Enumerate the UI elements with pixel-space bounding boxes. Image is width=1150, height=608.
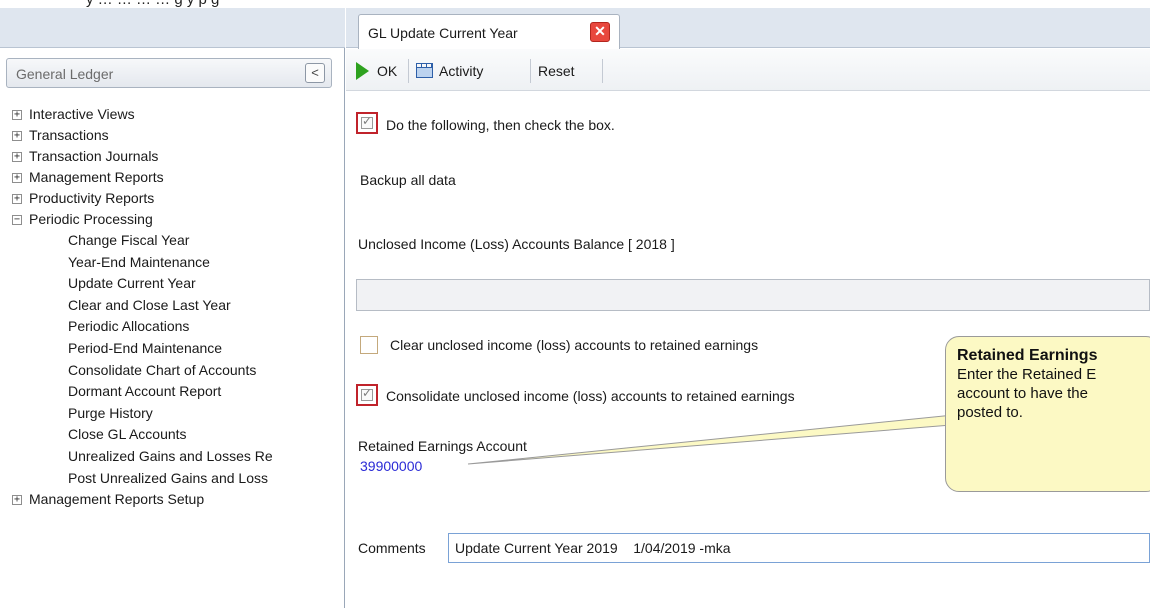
retained-earnings-callout: Retained Earnings Enter the Retained E a… [945,336,1150,492]
ok-label: OK [377,63,398,79]
collapse-icon[interactable]: − [12,215,22,225]
balance-label: Unclosed Income (Loss) Accounts Balance … [358,236,675,252]
expand-icon[interactable]: + [12,131,22,141]
left-top-band [0,8,345,48]
tree-item-label: Management Reports [29,169,164,185]
tree-item-periodic-processing[interactable]: − Periodic Processing [0,209,335,230]
tree-item-label: Transaction Journals [29,148,159,164]
tree-child-change-fiscal-year[interactable]: Change Fiscal Year [0,230,335,252]
reset-label: Reset [538,63,575,79]
clear-accounts-checkbox[interactable] [360,336,378,354]
ok-button[interactable]: OK [356,60,397,82]
tree-item-transactions[interactable]: + Transactions [0,125,335,146]
doc-text-before: y … … … … g y [86,0,199,8]
tree-item-label: Management Reports Setup [29,491,205,508]
activity-label: Activity [439,63,484,79]
toolbar-divider [530,59,531,83]
expand-icon[interactable]: + [12,110,22,120]
tree-item-label: Periodic Processing [29,211,153,227]
callout-title: Retained Earnings [957,347,1098,364]
callout-line: Enter the Retained E [957,366,1097,383]
document-header-text: y … … … … g y p g [86,0,219,8]
general-ledger-header: General Ledger < [6,58,332,88]
toolbar-divider [602,59,603,83]
tree-item-interactive-views[interactable]: + Interactive Views [0,104,335,125]
expand-icon[interactable]: + [12,152,22,162]
retained-earnings-label: Retained Earnings Account [358,438,527,454]
toolbar-divider [408,59,409,83]
tree-child-unrealized-gains-losses-report[interactable]: Unrealized Gains and Losses Re [0,446,335,468]
tree-item-productivity-reports[interactable]: + Productivity Reports [0,188,335,209]
tree-child-dormant-account-report[interactable]: Dormant Account Report [0,381,335,403]
close-tab-icon[interactable]: ✕ [590,22,610,42]
tree-item-label: Transactions [29,127,109,143]
expand-icon[interactable]: + [12,173,22,183]
tab-label: GL Update Current Year [368,25,518,41]
form-toolbar: OK Activity Reset [346,49,1150,91]
tree-child-clear-and-close-last-year[interactable]: Clear and Close Last Year [0,295,335,317]
check-mark-icon: ✓ [362,114,373,128]
navigation-pane: General Ledger < + Interactive Views + T… [0,48,345,608]
reset-button[interactable]: Reset [538,60,575,82]
tree-child-year-end-maintenance[interactable]: Year-End Maintenance [0,252,335,274]
tree-item-management-reports[interactable]: + Management Reports [0,167,335,188]
instruction-checkbox[interactable]: ✓ [356,112,378,134]
tree-item-transaction-journals[interactable]: + Transaction Journals [0,146,335,167]
consolidate-accounts-checkbox[interactable]: ✓ [356,384,378,406]
document-header-strip: y … … … … g y p g [0,0,1150,8]
callout-line: posted to. [957,404,1023,421]
tree-child-period-end-maintenance[interactable]: Period-End Maintenance [0,338,335,360]
callout-line: account to have the [957,385,1088,402]
expand-icon[interactable]: + [12,194,22,204]
doc-text-after: p g [199,0,220,8]
expand-icon[interactable]: + [12,495,22,506]
comments-input[interactable]: Update Current Year 2019 1/04/2019 -mka [448,533,1150,563]
tree-item-label: Productivity Reports [29,190,155,206]
grid-icon [416,63,433,79]
tree-child-periodic-allocations[interactable]: Periodic Allocations [0,316,335,338]
backup-data-text: Backup all data [360,172,456,188]
play-icon [356,61,369,80]
tree-child-close-gl-accounts[interactable]: Close GL Accounts [0,424,335,446]
retained-earnings-account-link[interactable]: 39900000 [360,458,422,474]
consolidate-accounts-label: Consolidate unclosed income (loss) accou… [386,388,795,404]
tree-item-management-reports-setup[interactable]: + Management Reports Setup [0,489,335,510]
clear-accounts-label: Clear unclosed income (loss) accounts to… [390,337,759,353]
check-mark-icon: ✓ [362,386,373,400]
tree-child-post-unrealized-gains-losses[interactable]: Post Unrealized Gains and Loss [0,468,335,490]
balance-value-field [356,279,1150,311]
tree-child-purge-history[interactable]: Purge History [0,403,335,425]
activity-button[interactable]: Activity [416,60,483,82]
general-ledger-title: General Ledger [16,66,114,82]
tree-child-update-current-year[interactable]: Update Current Year [0,273,335,295]
document-tab-bar: GL Update Current Year ✕ [346,8,1150,49]
tree-item-label: Interactive Views [29,106,135,122]
navigation-tree: + Interactive Views + Transactions + Tra… [0,104,335,608]
comments-label: Comments [358,540,426,556]
tree-child-consolidate-chart-of-accounts[interactable]: Consolidate Chart of Accounts [0,360,335,382]
instruction-label: Do the following, then check the box. [386,117,615,133]
tab-gl-update-current-year[interactable]: GL Update Current Year ✕ [358,14,620,49]
collapse-pane-button[interactable]: < [305,63,325,83]
